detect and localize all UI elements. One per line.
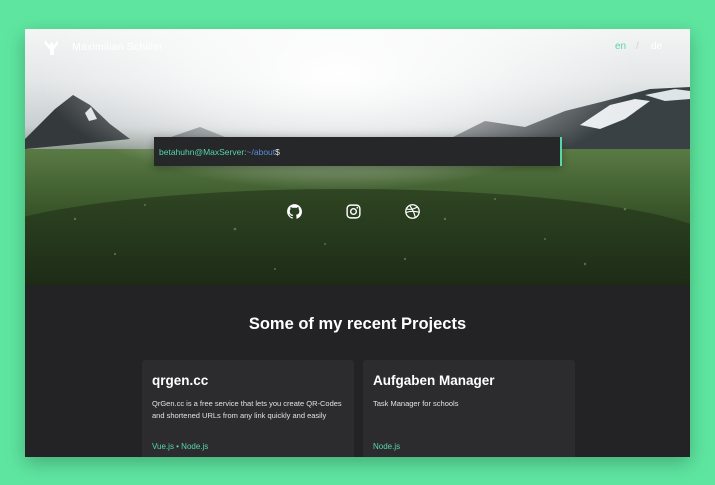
project-title[interactable]: Aufgaben Manager [373, 373, 495, 388]
instagram-icon[interactable] [345, 203, 362, 220]
language-en-link[interactable]: en [615, 41, 626, 52]
site-name[interactable]: Maximilian Schiller [72, 41, 163, 53]
github-icon[interactable] [286, 203, 303, 220]
prompt-dollar: $ [275, 147, 280, 157]
top-navigation: Maximilian Schiller en / de [25, 29, 690, 65]
social-links [25, 203, 690, 223]
terminal-cursor-bar [560, 137, 562, 166]
project-card-qrgen[interactable]: qrgen.cc QrGen.cc is a free service that… [142, 360, 354, 457]
browser-viewport: Maximilian Schiller en / de betahuhn@Max… [25, 29, 690, 457]
terminal-prompt-box[interactable]: betahuhn@MaxServer:~/about$ [154, 137, 562, 166]
project-tags: Node.js [373, 442, 401, 451]
prompt-path: ~/about [246, 147, 276, 157]
prompt-user-host: betahuhn@MaxServer: [159, 147, 247, 157]
language-separator: / [636, 41, 639, 52]
project-title[interactable]: qrgen.cc [152, 373, 208, 388]
project-description: Task Manager for schools [373, 399, 459, 408]
projects-heading: Some of my recent Projects [248, 315, 467, 333]
project-card-aufgaben-manager[interactable]: Aufgaben Manager Task Manager for school… [363, 360, 575, 457]
project-description: QrGen.cc is a free service that lets you… [152, 399, 342, 420]
hero-section: Maximilian Schiller en / de betahuhn@Max… [25, 29, 690, 285]
dribbble-icon[interactable] [404, 203, 421, 220]
logo-monogram-icon[interactable] [44, 39, 59, 56]
terminal-prompt: betahuhn@MaxServer:~/about$ [159, 147, 280, 157]
language-de-link[interactable]: de [651, 41, 662, 52]
project-tags: Vue.js • Node.js [152, 442, 209, 451]
